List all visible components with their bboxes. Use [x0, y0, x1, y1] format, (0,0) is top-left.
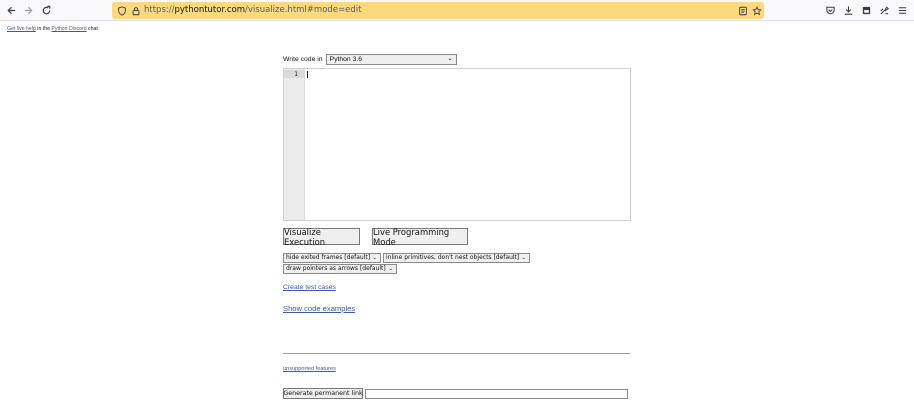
language-value: Python 3.6 — [329, 56, 363, 63]
permanent-link-field[interactable] — [365, 389, 628, 399]
shield-icon[interactable] — [116, 5, 127, 16]
back-icon[interactable] — [4, 3, 19, 18]
chevron-down-icon: ⌄ — [388, 266, 393, 272]
library-icon[interactable] — [859, 3, 874, 18]
url-bar[interactable]: https://pythontutor.com/visualize.html#m… — [112, 2, 764, 19]
frames-select[interactable]: hide exited frames [default] ⌄ — [283, 253, 381, 263]
url-text[interactable]: https://pythontutor.com/visualize.html#m… — [144, 4, 361, 17]
help-tail-text: chat — [86, 26, 98, 32]
visualize-execution-button[interactable]: Visualize Execution — [283, 227, 360, 247]
url-scheme: https:// — [144, 5, 175, 15]
pointers-select[interactable]: draw pointers as arrows [default] ⌄ — [283, 264, 397, 274]
live-help-line: Get live help in the Python Discord chat — [7, 26, 98, 32]
language-select[interactable]: Python 3.6 ⌄ — [325, 54, 457, 65]
url-path: /visualize.html#mode=edit — [245, 5, 362, 15]
bookmark-star-icon[interactable] — [751, 5, 762, 16]
write-code-label: Write code in — [283, 56, 323, 63]
chevron-down-icon: ⌄ — [372, 255, 377, 261]
menu-icon[interactable] — [895, 3, 910, 18]
live-programming-button[interactable]: Live Programming Mode — [372, 227, 468, 247]
browser-toolbar: https://pythontutor.com/visualize.html#m… — [0, 0, 914, 21]
forward-icon[interactable] — [21, 3, 36, 18]
line-number-gutter: 1 — [284, 69, 305, 220]
pointers-value: draw pointers as arrows [default] — [286, 265, 386, 272]
reader-view-icon[interactable] — [737, 5, 748, 16]
text-cursor — [307, 71, 308, 78]
help-mid-text: in the — [35, 26, 52, 32]
extensions-icon[interactable] — [877, 3, 892, 18]
primitives-value: inline primitives, don't nest objects [d… — [386, 254, 520, 261]
unsupported-features-link[interactable]: unsupported features — [283, 366, 336, 372]
primitives-select[interactable]: inline primitives, don't nest objects [d… — [383, 253, 530, 263]
frames-value: hide exited frames [default] — [286, 254, 371, 261]
pocket-icon[interactable] — [823, 3, 838, 18]
generate-permanent-link-button[interactable]: Generate permanent link — [283, 388, 363, 399]
chevron-down-icon: ⌄ — [521, 255, 526, 261]
live-help-link[interactable]: Get live help — [7, 26, 36, 32]
show-code-examples-link[interactable]: Show code examples — [283, 304, 355, 313]
create-test-cases-link[interactable]: Create test cases — [283, 284, 336, 291]
divider — [283, 353, 630, 354]
line-number: 1 — [294, 70, 298, 78]
url-host: pythontutor.com — [174, 5, 246, 15]
lock-icon[interactable] — [130, 5, 141, 16]
language-row: Write code in Python 3.6 ⌄ — [283, 54, 457, 65]
python-discord-link[interactable]: Python Discord — [51, 26, 86, 32]
chevron-down-icon: ⌄ — [447, 56, 453, 62]
reload-icon[interactable] — [39, 3, 54, 18]
code-editor[interactable]: 1 — [283, 68, 631, 221]
download-icon[interactable] — [841, 3, 856, 18]
